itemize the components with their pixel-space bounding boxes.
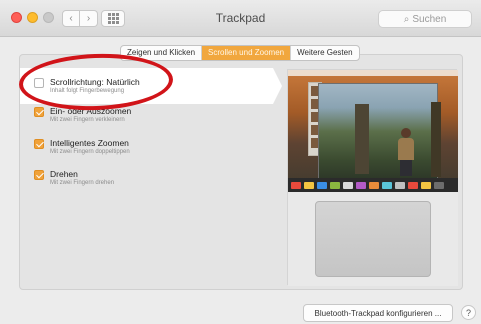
rotate-checkbox[interactable] <box>34 170 44 180</box>
search-icon: ⌕ <box>403 13 410 25</box>
tab-scrollen-und-zoomen[interactable]: Scrollen und Zoomen <box>202 46 292 60</box>
preview-person-figure <box>397 128 415 176</box>
search-field[interactable]: ⌕ Suchen <box>378 10 472 28</box>
option-title: Drehen <box>50 169 78 179</box>
help-button[interactable]: ? <box>461 305 476 320</box>
preview-photo-window <box>318 83 441 180</box>
configure-bluetooth-trackpad-button[interactable]: Bluetooth-Trackpad konfigurieren ... <box>303 304 453 322</box>
gesture-preview <box>287 69 458 286</box>
tab-bar: Zeigen und Klicken Scrollen und Zoomen W… <box>120 45 360 61</box>
title-bar: ‹ › Trackpad ⌕ Suchen <box>0 0 481 37</box>
preview-dock <box>288 178 458 192</box>
selected-option-pointer <box>273 68 282 104</box>
option-subtitle: Mit zwei Fingern doppeltippen <box>50 149 130 155</box>
zoom-in-out-checkbox[interactable] <box>34 107 44 117</box>
option-subtitle: Mit zwei Fingern verkleinern <box>50 117 125 123</box>
tab-weitere-gesten[interactable]: Weitere Gesten <box>291 46 358 60</box>
trackpad-preferences-window: ‹ › Trackpad ⌕ Suchen Zeigen und Klicken… <box>0 0 481 324</box>
option-title: Intelligentes Zoomen <box>50 138 129 148</box>
preview-menu-bar <box>288 70 458 76</box>
option-subtitle: Mit zwei Fingern drehen <box>50 180 115 186</box>
preview-screen-image <box>288 70 458 192</box>
trackpad-illustration <box>315 201 431 277</box>
preview-trackpad-area <box>288 192 458 286</box>
search-placeholder: Suchen <box>412 13 447 25</box>
smart-zoom-checkbox[interactable] <box>34 139 44 149</box>
